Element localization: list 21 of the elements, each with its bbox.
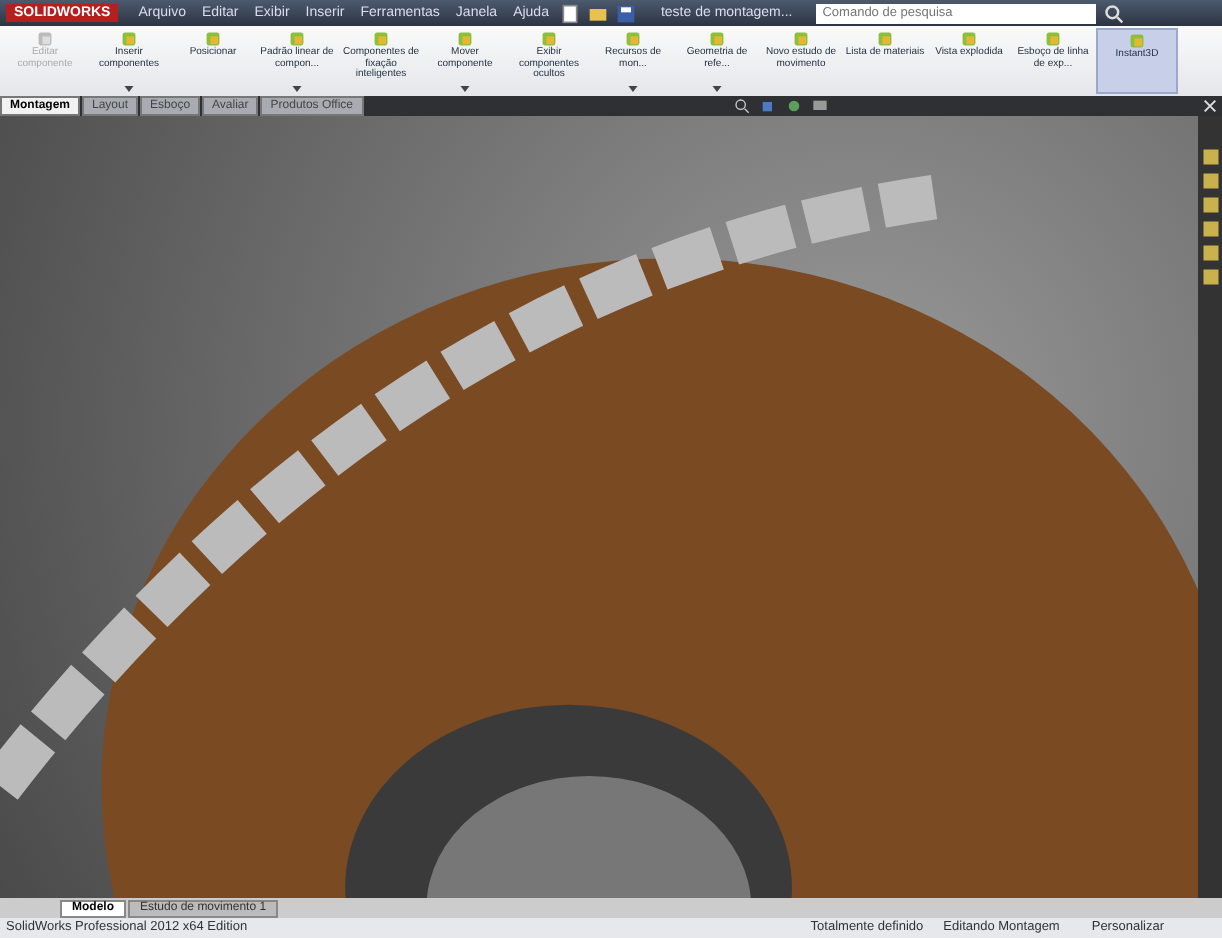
folder-icon[interactable] (588, 3, 609, 24)
tool-icon (960, 30, 978, 49)
tool-icon (1044, 30, 1062, 49)
tool-icon (288, 30, 306, 49)
tool-icon (372, 30, 390, 49)
new-document-icon[interactable] (560, 3, 581, 24)
tool-icon (456, 30, 474, 49)
tool-icon (876, 30, 894, 49)
tool-icon (708, 30, 726, 49)
tool-icon (540, 30, 558, 49)
monitor-icon[interactable] (811, 97, 828, 114)
save-icon[interactable] (616, 3, 637, 24)
tool-icon (1128, 32, 1146, 51)
tool-icon (204, 30, 222, 49)
close-icon[interactable] (1202, 97, 1219, 114)
search-icon[interactable] (1104, 3, 1125, 24)
zoom-icon[interactable] (733, 97, 750, 114)
tool-icon (36, 30, 54, 49)
tool-icon (792, 30, 810, 49)
tool-icon (624, 30, 642, 49)
tool-icon (120, 30, 138, 49)
